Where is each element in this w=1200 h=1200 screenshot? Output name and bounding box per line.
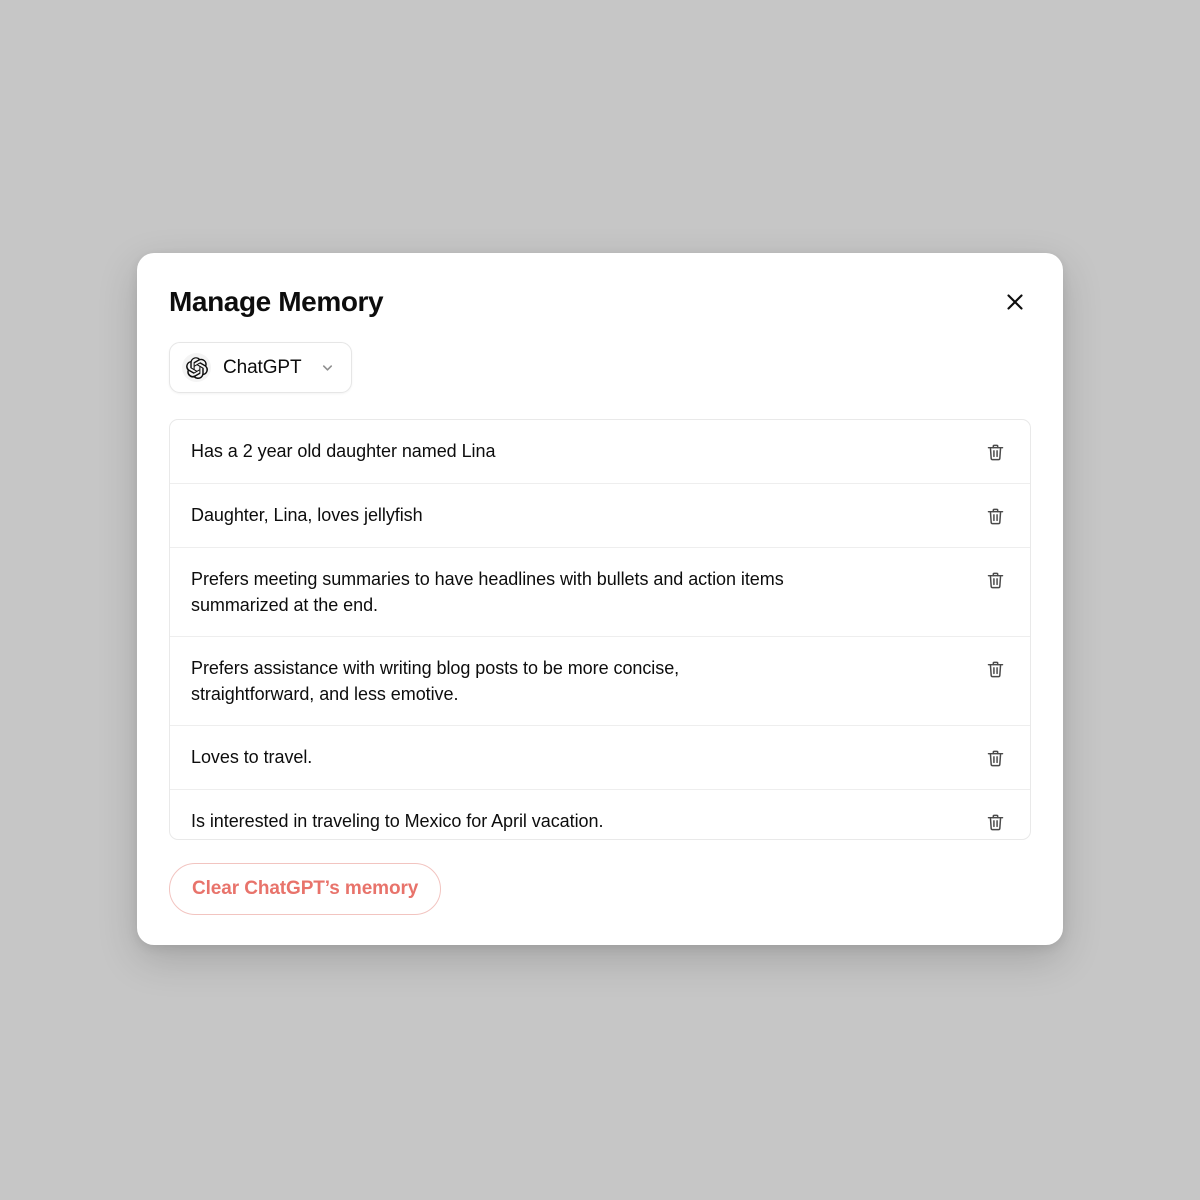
close-button[interactable] — [999, 286, 1031, 318]
manage-memory-modal: Manage Memory ChatGPT Has a 2 year old d… — [137, 253, 1063, 945]
delete-memory-button[interactable] — [982, 439, 1008, 465]
memory-list-item: Prefers assistance with writing blog pos… — [170, 637, 1030, 727]
trash-icon — [985, 506, 1006, 527]
screen: Manage Memory ChatGPT Has a 2 year old d… — [0, 0, 1200, 1200]
memory-item-text: Loves to travel. — [191, 747, 313, 768]
trash-icon — [985, 570, 1006, 591]
chevron-down-icon — [320, 360, 335, 375]
openai-logo-icon — [182, 353, 211, 382]
delete-memory-button[interactable] — [982, 567, 1008, 593]
memory-list-item: Has a 2 year old daughter named Lina — [170, 420, 1030, 484]
memory-item-text: Prefers assistance with writing blog pos… — [191, 658, 680, 705]
memory-source-label: ChatGPT — [223, 357, 302, 378]
trash-icon — [985, 442, 1006, 463]
memory-item-text: Is interested in traveling to Mexico for… — [191, 811, 604, 832]
trash-icon — [985, 748, 1006, 769]
memory-list-item: Prefers meeting summaries to have headli… — [170, 548, 1030, 638]
clear-memory-button[interactable]: Clear ChatGPT’s memory — [169, 863, 442, 915]
trash-icon — [985, 812, 1006, 833]
memory-list-item: Is interested in traveling to Mexico for… — [170, 790, 1030, 839]
delete-memory-button[interactable] — [982, 656, 1008, 682]
memory-list[interactable]: Has a 2 year old daughter named Lina Daug… — [170, 420, 1030, 839]
memory-list-item: Daughter, Lina, loves jellyfish — [170, 484, 1030, 548]
delete-memory-button[interactable] — [982, 503, 1008, 529]
memory-item-text: Daughter, Lina, loves jellyfish — [191, 505, 423, 525]
page-title: Manage Memory — [169, 286, 384, 317]
memory-item-text: Prefers meeting summaries to have headli… — [191, 569, 784, 616]
memory-item-text: Has a 2 year old daughter named Lina — [191, 441, 496, 461]
modal-header: Manage Memory — [169, 280, 1031, 324]
delete-memory-button[interactable] — [982, 809, 1008, 835]
memory-source-dropdown[interactable]: ChatGPT — [169, 342, 352, 393]
memory-list-container: Has a 2 year old daughter named Lina Daug… — [169, 419, 1031, 840]
memory-list-item: Loves to travel. — [170, 726, 1030, 791]
close-icon — [1004, 291, 1026, 313]
trash-icon — [985, 659, 1006, 680]
delete-memory-button[interactable] — [982, 745, 1008, 771]
